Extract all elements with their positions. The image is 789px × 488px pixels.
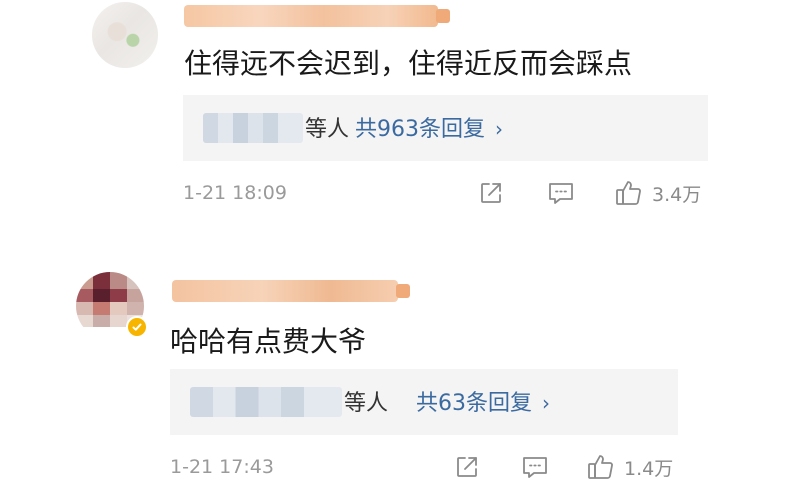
avatar[interactable]: [92, 2, 158, 68]
share-icon: [454, 454, 480, 480]
like-count: 3.4万: [652, 183, 702, 206]
timestamp: 1-21 17:43: [170, 456, 274, 478]
verified-badge-icon: [126, 316, 148, 338]
comment-text: 哈哈有点费大爷: [170, 325, 367, 358]
reply-summary[interactable]: 等人 共963条回复 ›: [183, 95, 708, 161]
like-button[interactable]: 1.4万: [586, 452, 673, 482]
replier-names-blurred: [190, 387, 342, 417]
thumbs-up-icon: [614, 178, 644, 208]
share-button[interactable]: [478, 180, 504, 206]
replier-suffix: 等人: [344, 391, 389, 416]
comment-icon: [547, 180, 575, 206]
comment-button[interactable]: [521, 454, 549, 480]
comment-text: 住得远不会迟到，住得近反而会踩点: [184, 47, 633, 80]
replier-names-blurred: [203, 113, 303, 143]
view-replies-link[interactable]: 共963条回复 ›: [355, 111, 503, 143]
avatar[interactable]: [76, 272, 148, 340]
username-blurred[interactable]: [184, 5, 450, 27]
replier-suffix: 等人: [305, 117, 350, 142]
comment-button[interactable]: [547, 180, 575, 206]
view-replies-link[interactable]: 共63条回复 ›: [416, 385, 550, 417]
chevron-right-icon: ›: [495, 117, 503, 141]
username-blurred[interactable]: [172, 280, 410, 302]
timestamp: 1-21 18:09: [183, 182, 287, 204]
view-replies-label: 共63条回复: [416, 391, 532, 416]
share-button[interactable]: [454, 454, 480, 480]
share-icon: [478, 180, 504, 206]
comment-icon: [521, 454, 549, 480]
chevron-right-icon: ›: [542, 391, 550, 415]
like-count: 1.4万: [624, 457, 674, 480]
thumbs-up-icon: [586, 452, 616, 482]
reply-summary[interactable]: 等人 共63条回复 ›: [170, 369, 678, 435]
like-button[interactable]: 3.4万: [614, 178, 701, 208]
avatar-image: [92, 2, 158, 68]
view-replies-label: 共963条回复: [355, 117, 485, 142]
